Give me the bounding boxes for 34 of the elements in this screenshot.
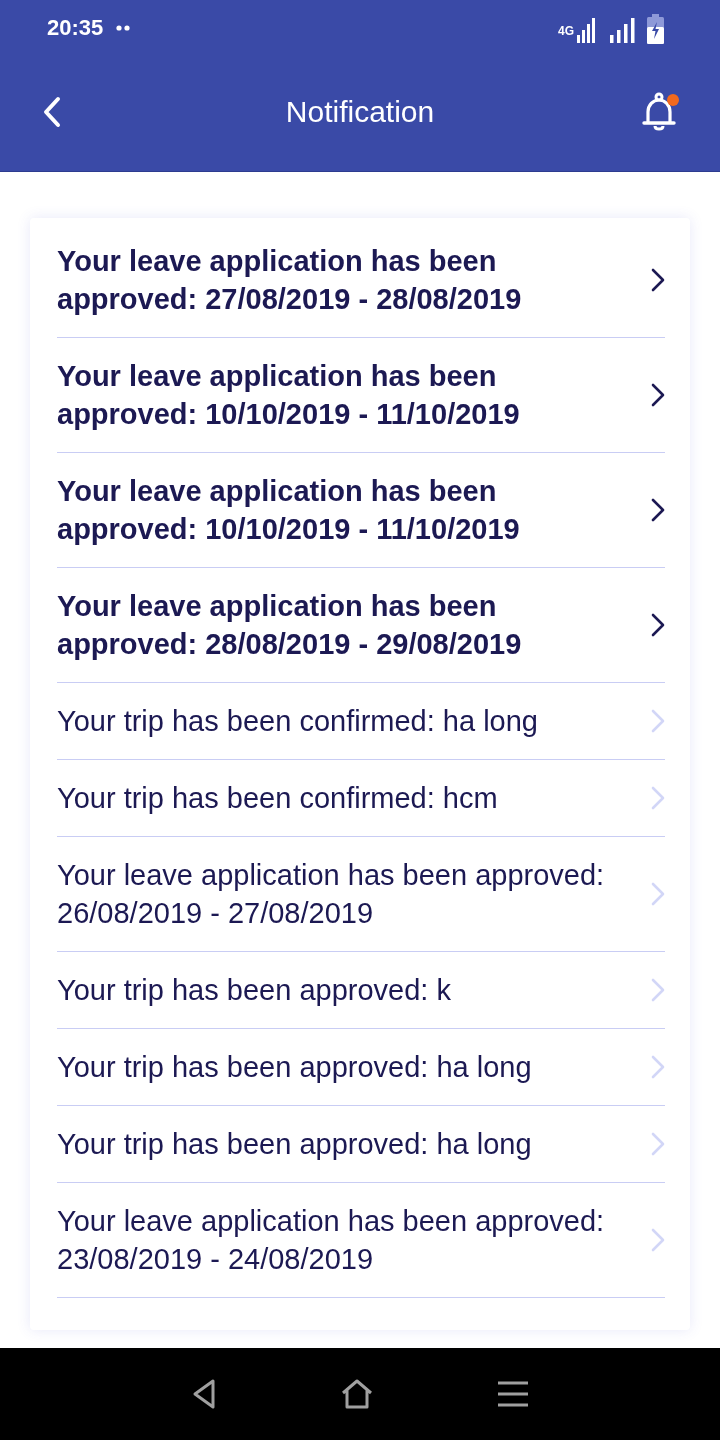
chevron-right-icon: [651, 882, 665, 906]
notification-item[interactable]: Your leave application has been approved: 27/08/2019 - 28/08/2019: [57, 223, 665, 338]
chevron-right-icon: [651, 1132, 665, 1156]
chevron-right-icon: [651, 498, 665, 522]
chevron-right-icon: [651, 978, 665, 1002]
chevron-right-icon: [651, 613, 665, 637]
notification-item[interactable]: Your trip has been confirmed: hcm: [57, 760, 665, 837]
notification-item[interactable]: Your leave application has been approved: 26/08/2019 - 27/08/2019: [57, 837, 665, 952]
notification-item[interactable]: Your trip has been approved: k: [57, 952, 665, 1029]
notification-item[interactable]: Your trip has been approved: ha long: [57, 1106, 665, 1183]
home-icon: [341, 1379, 373, 1409]
chevron-right-icon: [651, 709, 665, 733]
notification-item[interactable]: Your leave application has been approved: 23/08/2019 - 24/08/2019: [57, 1183, 665, 1298]
notification-dots-icon: [116, 25, 131, 31]
chevron-right-icon: [651, 786, 665, 810]
signal-icon: [609, 16, 635, 43]
signal-icon: [576, 16, 596, 43]
bell-icon: [640, 91, 680, 132]
notification-item[interactable]: Your leave application has been approved: 10/10/2019 - 11/10/2019: [57, 453, 665, 568]
battery-charging-icon: [647, 14, 664, 44]
notification-item[interactable]: Your trip has been approved: ha long: [57, 1029, 665, 1106]
back-chevron-icon: [42, 95, 62, 128]
notification-item[interactable]: Your leave application has been approved: 10/10/2019 - 11/10/2019: [57, 338, 665, 453]
chevron-right-icon: [651, 1055, 665, 1079]
network-type-label: 4G: [558, 25, 574, 37]
notification-item[interactable]: Your trip has been confirmed: ha long: [57, 683, 665, 760]
chevron-right-icon: [651, 1228, 665, 1252]
chevron-right-icon: [651, 268, 665, 292]
page-title: Notification: [285, 96, 435, 127]
status-time: 20:35: [47, 17, 104, 39]
menu-icon: [497, 1381, 528, 1407]
notification-item[interactable]: Your leave application has been approved: 28/08/2019 - 29/08/2019: [57, 568, 665, 683]
chevron-right-icon: [651, 383, 665, 407]
back-triangle-icon: [192, 1378, 217, 1410]
